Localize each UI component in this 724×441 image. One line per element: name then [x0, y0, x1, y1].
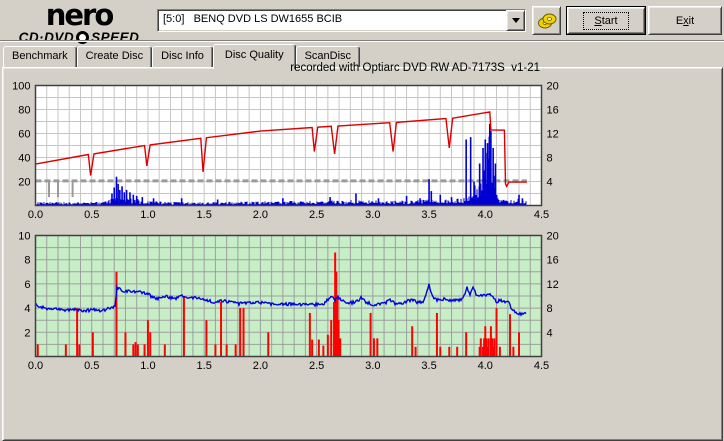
svg-text:1.5: 1.5	[197, 360, 212, 372]
svg-text:3.0: 3.0	[365, 360, 380, 372]
svg-text:0.0: 0.0	[28, 360, 43, 372]
recorded-with-label: recorded with Optiarc DVD RW AD-7173S v1…	[290, 62, 540, 74]
drive-select[interactable]: [5:0] BENQ DVD LS DW1655 BCIB	[157, 9, 526, 32]
svg-text:4: 4	[547, 177, 553, 189]
svg-text:4: 4	[547, 327, 553, 339]
drive-select-value: [5:0] BENQ DVD LS DW1655 BCIB	[163, 13, 343, 25]
svg-text:12: 12	[547, 279, 559, 291]
tab-benchmark[interactable]: Benchmark	[3, 46, 77, 67]
nero-brand-text: nero	[45, 0, 115, 32]
pi-errors-speed-chart: 100 80 60 40 20 20 16 12 8 4 0.0 0.5 1.0 1.5 2.0 2.5 3.0…	[12, 81, 559, 222]
svg-text:12: 12	[547, 129, 559, 141]
drive-select-dropdown-button[interactable]	[506, 10, 525, 31]
svg-text:0.5: 0.5	[84, 209, 99, 221]
svg-text:4.5: 4.5	[534, 360, 549, 372]
svg-text:4.5: 4.5	[534, 209, 549, 221]
disc-icon	[76, 31, 90, 45]
svg-text:8: 8	[24, 255, 30, 267]
svg-text:1.5: 1.5	[197, 209, 212, 221]
svg-text:2.5: 2.5	[309, 360, 324, 372]
svg-text:2.0: 2.0	[253, 360, 268, 372]
svg-text:0.5: 0.5	[84, 360, 99, 372]
svg-text:2.0: 2.0	[253, 209, 268, 221]
svg-text:6: 6	[24, 279, 30, 291]
eject-disc-button[interactable]	[532, 6, 561, 35]
svg-text:1.0: 1.0	[140, 209, 155, 221]
svg-text:16: 16	[547, 105, 559, 117]
exit-button[interactable]: Exit	[648, 6, 722, 35]
toolbar-separator	[0, 40, 724, 42]
svg-text:3.0: 3.0	[365, 209, 380, 221]
svg-text:4: 4	[24, 303, 30, 315]
svg-text:60: 60	[18, 129, 30, 141]
logo-product-right: SPEED	[91, 30, 140, 45]
svg-text:4.0: 4.0	[478, 209, 493, 221]
tab-create-disc[interactable]: Create Disc	[76, 46, 153, 67]
svg-text:40: 40	[18, 153, 30, 165]
svg-text:20: 20	[18, 177, 30, 189]
nero-logo: nero CD·DVD SPEED	[4, 1, 154, 45]
svg-text:20: 20	[547, 81, 559, 93]
svg-text:20: 20	[547, 231, 559, 243]
svg-text:3.5: 3.5	[421, 209, 436, 221]
svg-text:0.0: 0.0	[28, 209, 43, 221]
pi-failures-jitter-chart: 10 8 6 4 2 20 16 12 8 4 0.0 0.5 1.0 1.5 2.0 2.5 3.0 3.5 4.…	[18, 231, 559, 373]
eject-disc-icon	[537, 13, 556, 28]
chevron-down-icon	[511, 18, 520, 27]
svg-text:80: 80	[18, 105, 30, 117]
svg-text:2.5: 2.5	[309, 209, 324, 221]
svg-text:3.5: 3.5	[421, 360, 436, 372]
svg-text:8: 8	[547, 153, 553, 165]
svg-text:10: 10	[18, 231, 30, 243]
svg-text:16: 16	[547, 255, 559, 267]
start-button[interactable]: Start	[566, 6, 646, 35]
svg-text:100: 100	[12, 81, 30, 93]
svg-text:8: 8	[547, 303, 553, 315]
logo-product-left: CD·DVD	[18, 30, 75, 45]
svg-text:1.0: 1.0	[140, 360, 155, 372]
svg-text:2: 2	[24, 327, 30, 339]
svg-text:4.0: 4.0	[478, 360, 493, 372]
